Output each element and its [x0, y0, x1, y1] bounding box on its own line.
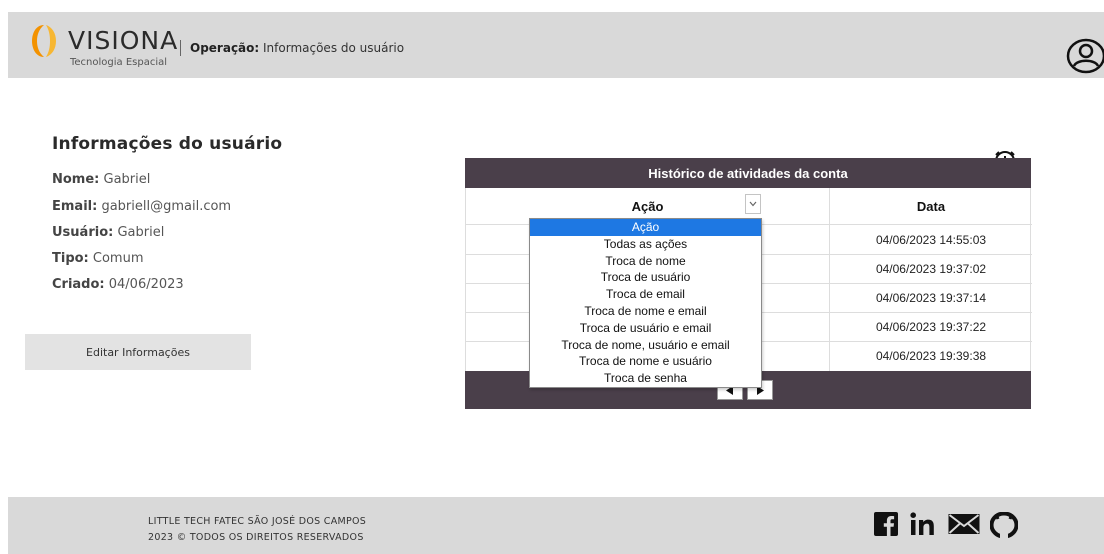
operation-breadcrumb: Operação: Informações do usuário: [190, 41, 404, 55]
user-created-value: 04/06/2023: [104, 277, 184, 292]
dropdown-option[interactable]: Troca de nome e email: [530, 303, 761, 320]
chevron-down-icon: [749, 201, 757, 207]
footer-org: LITTLE TECH FATEC SÃO JOSÉ DOS CAMPOS: [148, 516, 367, 527]
user-type-value: Comum: [88, 251, 144, 266]
dropdown-option[interactable]: Troca de usuário: [530, 269, 761, 286]
user-name-row: Nome: Gabriel: [52, 172, 150, 187]
page-footer: LITTLE TECH FATEC SÃO JOSÉ DOS CAMPOS 20…: [8, 497, 1104, 554]
facebook-icon[interactable]: [874, 512, 898, 536]
table-row-date: 04/06/2023 19:37:02: [875, 261, 987, 276]
dropdown-option[interactable]: Troca de nome: [530, 253, 761, 270]
footer-copyright: 2023 © TODOS OS DIREITOS RESERVADOS: [148, 532, 364, 543]
user-profile-icon[interactable]: [1066, 38, 1104, 74]
user-type-label: Tipo:: [52, 251, 89, 266]
dropdown-option[interactable]: Troca de nome e usuário: [530, 353, 761, 370]
activity-history-title: Histórico de atividades da conta: [648, 165, 848, 181]
operation-value: Informações do usuário: [259, 41, 405, 55]
mail-icon[interactable]: [948, 512, 980, 536]
action-filter-select[interactable]: [745, 194, 761, 214]
user-email-label: Email:: [52, 199, 98, 214]
user-name-label: Nome:: [52, 172, 100, 187]
action-filter-dropdown[interactable]: Ação Todas as ações Troca de nome Troca …: [529, 218, 762, 388]
table-row-date: 04/06/2023 19:39:38: [875, 348, 987, 363]
user-created-row: Criado: 04/06/2023: [52, 277, 184, 292]
github-icon[interactable]: [990, 512, 1018, 538]
user-email-row: Email: gabriell@gmail.com: [52, 199, 231, 214]
table-row-date: 04/06/2023 19:37:14: [875, 290, 987, 305]
dropdown-option[interactable]: Troca de senha: [530, 370, 761, 387]
operation-label: Operação:: [190, 41, 260, 55]
top-header: VISIONA Tecnologia Espacial Operação: In…: [8, 12, 1104, 78]
brand-name: VISIONA: [68, 26, 179, 55]
dropdown-option[interactable]: Todas as ações: [530, 236, 761, 253]
user-username-label: Usuário:: [52, 225, 114, 240]
user-username-row: Usuário: Gabriel: [52, 225, 164, 240]
user-info-title: Informações do usuário: [52, 134, 283, 154]
dropdown-option[interactable]: Troca de usuário e email: [530, 320, 761, 337]
table-row-date: 04/06/2023 19:37:22: [875, 319, 987, 334]
header-divider: [180, 40, 181, 56]
brand-subtitle: Tecnologia Espacial: [70, 57, 168, 68]
user-created-label: Criado:: [52, 277, 105, 292]
table-row-date: 04/06/2023 14:55:03: [875, 232, 987, 247]
linkedin-icon[interactable]: [910, 512, 938, 536]
user-name-value: Gabriel: [99, 172, 151, 187]
edit-info-button[interactable]: Editar Informações: [25, 334, 251, 370]
dropdown-option[interactable]: Troca de email: [530, 286, 761, 303]
dropdown-option[interactable]: Troca de nome, usuário e email: [530, 337, 761, 354]
dropdown-option[interactable]: Ação: [530, 219, 761, 236]
date-column-header: Data: [916, 198, 946, 214]
user-username-value: Gabriel: [113, 225, 165, 240]
user-type-row: Tipo: Comum: [52, 251, 144, 266]
visiona-logo-icon: [32, 25, 56, 57]
user-email-value: gabriell@gmail.com: [97, 199, 232, 214]
